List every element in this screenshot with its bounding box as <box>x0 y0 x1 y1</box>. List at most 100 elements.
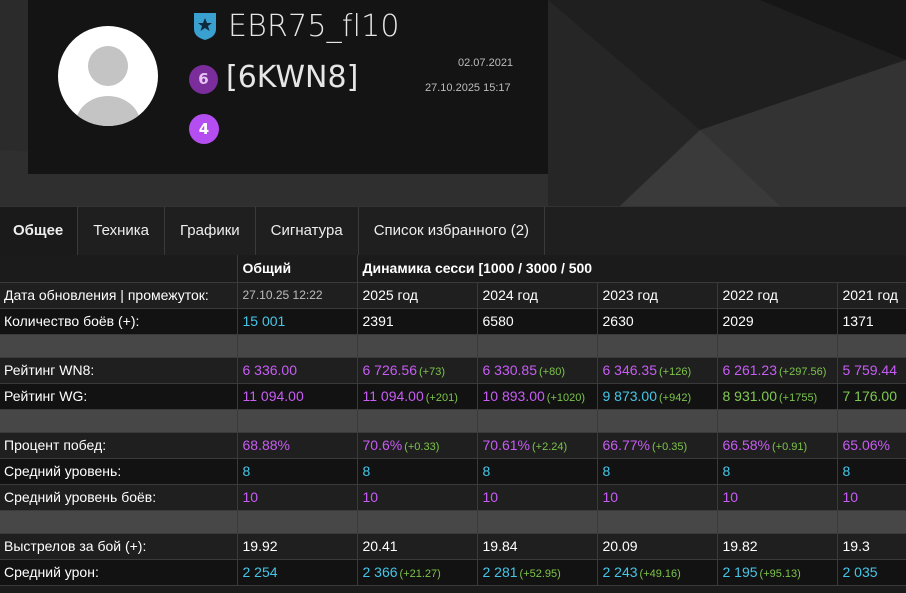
account-created-date: 02.07.2021 <box>458 57 514 69</box>
wn8-delta: (+297.56) <box>779 366 827 378</box>
winrate-delta: (+0.91) <box>771 441 808 453</box>
wn8-value: 6 261.23 <box>722 362 778 378</box>
battles-value: 2630 <box>597 308 718 335</box>
user-silhouette-icon <box>75 46 141 126</box>
tab-favorites[interactable]: Список избранного (2) <box>359 207 546 255</box>
avg-tier-overall: 8 <box>237 458 358 485</box>
shots-value: 19.82 <box>717 533 838 560</box>
table-row: Процент побед: 68.88% 70.6% (+0.33) 70.61… <box>0 432 906 459</box>
wn8-cell: 6 261.23 (+297.56) <box>717 357 838 384</box>
winrate-delta: (+0.33) <box>404 441 440 453</box>
winrate-value: 70.6% <box>362 437 403 453</box>
wg-value: 9 873.00 <box>602 388 658 404</box>
avg-tier-value: 8 <box>597 458 718 485</box>
wn8-cell: 6 330.85 (+80) <box>477 357 598 384</box>
wg-delta: (+1020) <box>546 392 586 404</box>
tier-badge: 4 <box>189 114 219 144</box>
row-label: Рейтинг WG: <box>0 383 238 410</box>
header-empty-cell <box>0 255 238 283</box>
damage-value: 2 195 <box>722 564 758 580</box>
winrate-cell: 70.61% (+2.24) <box>477 432 598 459</box>
row-label: Рейтинг WN8: <box>0 357 238 384</box>
tab-signature[interactable]: Сигнатура <box>256 207 359 255</box>
avg-battle-tier-value: 10 <box>357 484 478 511</box>
table-row: Средний уровень: 8 8 8 8 8 8 <box>0 458 906 485</box>
wn8-delta: (+73) <box>419 366 445 378</box>
wg-delta: (+942) <box>659 392 692 404</box>
winrate-delta: (+0.35) <box>651 441 688 453</box>
table-row: Рейтинг WG: 11 094.00 11 094.00 (+201) 10… <box>0 383 906 410</box>
table-row: Средний уровень боёв: 10 10 10 10 10 10 <box>0 484 906 511</box>
damage-value: 2 035 <box>842 564 878 580</box>
header-dynamics: Динамика сесси [1000 / 3000 / 500 <box>357 255 597 283</box>
row-label: Количество боёв (+): <box>0 308 238 335</box>
battles-overall: 15 001 <box>237 308 358 335</box>
separator-row <box>0 334 906 358</box>
wn8-delta: (+126) <box>659 366 692 378</box>
separator-row <box>0 510 906 534</box>
wg-cell: 8 931.00 (+1755) <box>717 383 838 410</box>
wg-value: 7 176.00 <box>842 388 898 404</box>
winrate-value: 70.61% <box>482 437 530 453</box>
avatar[interactable] <box>58 26 158 126</box>
year-2023-header[interactable]: 2023 год <box>597 282 718 309</box>
wn8-value: 6 726.56 <box>362 362 418 378</box>
row-label: Средний уровень боёв: <box>0 484 238 511</box>
winrate-value: 66.77% <box>602 437 650 453</box>
damage-cell: 2 195 (+95.13) <box>717 559 838 586</box>
table-row: Средний урон: 2 254 2 366 (+21.27) 2 281(… <box>0 559 906 586</box>
damage-cell: 2 243 (+49.16) <box>597 559 718 586</box>
damage-value: 2 243 <box>602 564 638 580</box>
clan-level-badge: 6 <box>189 65 218 94</box>
battles-value: 2029 <box>717 308 838 335</box>
tab-vehicles[interactable]: Техника <box>78 207 166 255</box>
year-2022-header[interactable]: 2022 год <box>717 282 838 309</box>
winrate-overall: 68.88% <box>237 432 358 459</box>
row-label: Дата обновления | промежуток: <box>0 282 238 309</box>
shots-overall: 19.92 <box>237 533 358 560</box>
separator-row <box>0 409 906 433</box>
table-row: Дата обновления | промежуток: 27.10.25 1… <box>0 282 906 309</box>
wg-value: 10 893.00 <box>482 388 545 404</box>
profile-header: EBR75_fl10 6 [6KWN8] 4 02.07.2021 27.10.… <box>0 0 906 206</box>
avg-tier-value: 8 <box>477 458 598 485</box>
table-row: Количество боёв (+): 15 001 2391 6580 26… <box>0 308 906 335</box>
wg-cell: 7 176.00 <box>837 383 906 410</box>
year-2021-header[interactable]: 2021 год <box>837 282 906 309</box>
winrate-cell: 65.06% <box>837 432 906 459</box>
avg-battle-tier-overall: 10 <box>237 484 358 511</box>
row-label: Выстрелов за бой (+): <box>0 533 238 560</box>
row-label: Процент побед: <box>0 432 238 459</box>
damage-overall: 2 254 <box>237 559 358 586</box>
wn8-cell: 6 346.35 (+126) <box>597 357 718 384</box>
table-header-row: Общий Динамика сесси [1000 / 3000 / 500 <box>0 255 906 283</box>
year-2024-header[interactable]: 2024 год <box>477 282 598 309</box>
avg-tier-value: 8 <box>837 458 906 485</box>
wn8-overall: 6 336.00 <box>237 357 358 384</box>
avg-battle-tier-value: 10 <box>717 484 838 511</box>
table-row: Рейтинг WN8: 6 336.00 6 726.56 (+73) 6 33… <box>0 357 906 384</box>
tab-overview[interactable]: Общее <box>0 207 79 255</box>
wg-value: 11 094.00 <box>362 388 424 404</box>
tab-charts[interactable]: Графики <box>165 207 256 255</box>
wn8-cell: 5 759.44 <box>837 357 906 384</box>
shots-value: 19.3 <box>837 533 906 560</box>
damage-value: 2 281 <box>482 564 518 580</box>
header-dynamics-range[interactable]: [1000 / 3000 / 500 <box>478 260 592 276</box>
player-name: EBR75_fl10 <box>228 9 400 44</box>
winrate-value: 66.58% <box>722 437 770 453</box>
wn8-value: 5 759.44 <box>842 362 898 378</box>
winrate-cell: 66.58% (+0.91) <box>717 432 838 459</box>
damage-delta: (+21.27) <box>399 568 441 580</box>
clan-tag[interactable]: [6KWN8] <box>226 60 358 95</box>
wg-cell: 11 094.00 (+201) <box>357 383 478 410</box>
wg-overall: 11 094.00 <box>237 383 358 410</box>
header-overall[interactable]: Общий <box>237 255 358 283</box>
row-label: Средний уровень: <box>0 458 238 485</box>
avg-tier-value: 8 <box>357 458 478 485</box>
year-2025-header[interactable]: 2025 год <box>357 282 478 309</box>
avg-battle-tier-value: 10 <box>597 484 718 511</box>
wg-delta: (+1755) <box>779 392 818 404</box>
wg-cell: 9 873.00 (+942) <box>597 383 718 410</box>
battles-value: 1371 <box>837 308 906 335</box>
